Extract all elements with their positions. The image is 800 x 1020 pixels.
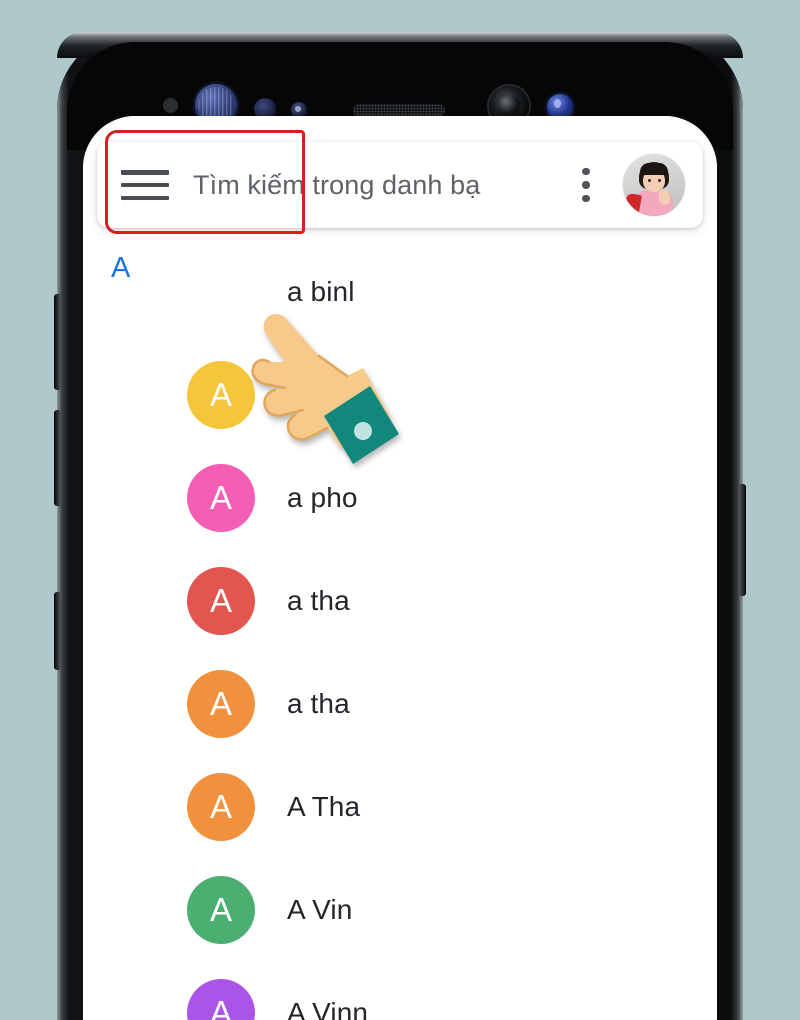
more-vertical-icon [582,167,590,176]
section-header-letter: A [111,252,131,284]
bixby-button[interactable] [54,592,61,670]
search-bar[interactable]: Tìm kiếm trong danh bạ [97,130,703,234]
hamburger-menu-button[interactable] [97,142,193,228]
contact-row[interactable]: Aa pho [83,446,717,549]
contact-name: a tha [287,584,350,616]
more-options-button[interactable] [563,142,609,228]
contact-name: a binl [287,378,355,410]
contact-row[interactable]: A A Tha [83,755,717,858]
contact-name: A Vin [287,893,353,925]
contact-avatar: A [187,360,255,429]
phone-screen: Tìm kiếm trong danh bạ A a binl A a binl… [83,116,717,1020]
volume-down-button[interactable] [54,410,61,506]
ir-dot-sensor-icon [163,98,178,113]
contact-avatar: A [187,772,255,841]
contact-name: a tha [287,687,350,719]
contact-row[interactable]: A A Vinn [83,961,717,1020]
contact-row[interactable]: Aa tha [83,549,717,652]
contact-row[interactable]: Aa tha [83,652,717,755]
contact-avatar: A [187,875,255,944]
contact-list[interactable]: A Aa binlAa binlAa phoAa thaAa thaAA Tha… [83,228,717,1020]
phone-device: Tìm kiếm trong danh bạ A a binl A a binl… [54,32,746,1020]
hamburger-menu-icon [121,170,169,200]
contact-name: a pho [287,481,358,513]
contact-name: a binl [287,275,355,307]
contact-row[interactable]: Aa binl [83,343,717,446]
contact-rows: Aa binlAa binlAa phoAa thaAa thaAA ThaAA… [83,240,717,1020]
power-button[interactable] [739,484,746,596]
search-input[interactable]: Tìm kiếm trong danh bạ [193,170,563,201]
contact-name: A Tha [287,790,361,822]
contact-row[interactable]: A A Vin [83,858,717,961]
contact-name: A Vinn [287,996,369,1020]
contact-row[interactable]: Aa binl [83,240,717,343]
contact-avatar: A [187,669,255,738]
volume-up-button[interactable] [54,294,61,390]
app-viewport: Tìm kiếm trong danh bạ A a binl A a binl… [83,116,717,1020]
contact-avatar: A [187,463,255,532]
contact-avatar: A [187,978,255,1020]
user-avatar[interactable] [623,154,685,216]
contact-avatar: A [187,566,255,635]
